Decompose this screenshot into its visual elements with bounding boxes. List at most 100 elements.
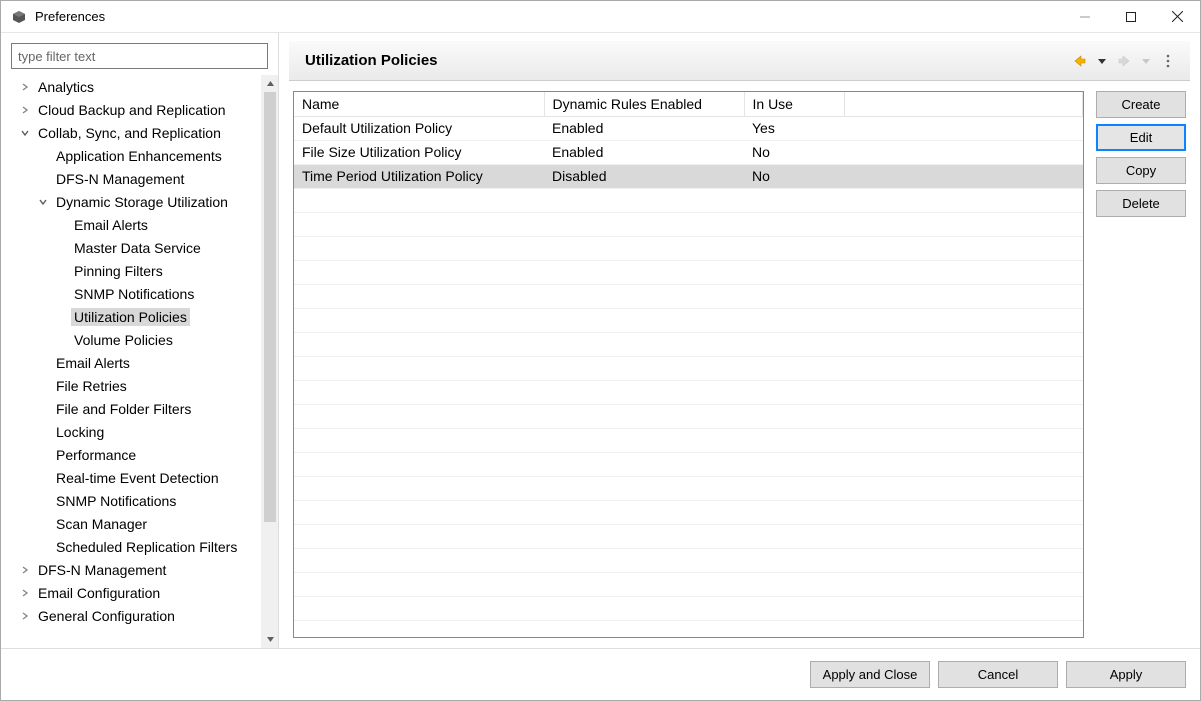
tree-item-label: General Configuration: [35, 607, 178, 625]
chevron-right-icon[interactable]: [17, 585, 33, 601]
scroll-thumb[interactable]: [264, 92, 276, 522]
table-cell: Default Utilization Policy: [294, 116, 544, 140]
create-button[interactable]: Create: [1096, 91, 1186, 118]
filter-input[interactable]: [11, 43, 268, 69]
body: Analytics Cloud Backup and Replication Col…: [1, 33, 1200, 648]
tree-item-label: Performance: [53, 446, 139, 464]
apply-button[interactable]: Apply: [1066, 661, 1186, 688]
tree-scrollbar[interactable]: [261, 75, 278, 648]
chevron-down-icon[interactable]: [17, 125, 33, 141]
tree-item-label: Email Configuration: [35, 584, 163, 602]
tree-item[interactable]: Cloud Backup and Replication: [1, 98, 261, 121]
table-row: [294, 572, 1083, 596]
table-row[interactable]: Default Utilization PolicyEnabledYes: [294, 116, 1083, 140]
table-row: [294, 308, 1083, 332]
table-row: [294, 452, 1083, 476]
view-menu-icon[interactable]: [1158, 51, 1178, 71]
tree-item-label: Master Data Service: [71, 239, 204, 257]
table-row: [294, 356, 1083, 380]
window-maximize-button[interactable]: [1108, 1, 1154, 32]
history-back-icon[interactable]: [1070, 51, 1090, 71]
tree-item[interactable]: Master Data Service: [1, 236, 261, 259]
table-row: [294, 236, 1083, 260]
table-header-empty: [844, 92, 1083, 116]
history-back-menu-icon[interactable]: [1092, 51, 1112, 71]
tree-item-label: Analytics: [35, 78, 97, 96]
tree-item-label: Application Enhancements: [53, 147, 225, 165]
table-row: [294, 380, 1083, 404]
tree-item[interactable]: Scheduled Replication Filters: [1, 535, 261, 558]
apply-and-close-button[interactable]: Apply and Close: [810, 661, 930, 688]
chevron-right-icon[interactable]: [17, 608, 33, 624]
tree-item-label: Real-time Event Detection: [53, 469, 222, 487]
window-minimize-button[interactable]: [1062, 1, 1108, 32]
tree-item[interactable]: Utilization Policies: [1, 305, 261, 328]
table-header-inuse[interactable]: In Use: [744, 92, 844, 116]
tree-item[interactable]: DFS-N Management: [1, 167, 261, 190]
table-row[interactable]: Time Period Utilization PolicyDisabledNo: [294, 164, 1083, 188]
policy-table[interactable]: Name Dynamic Rules Enabled In Use Defaul…: [294, 92, 1083, 621]
table-row: [294, 548, 1083, 572]
table-cell: Disabled: [544, 164, 744, 188]
cancel-button[interactable]: Cancel: [938, 661, 1058, 688]
table-cell: Yes: [744, 116, 844, 140]
tree-item[interactable]: Scan Manager: [1, 512, 261, 535]
tree-item[interactable]: DFS-N Management: [1, 558, 261, 581]
tree-item-label: File and Folder Filters: [53, 400, 194, 418]
tree-item[interactable]: Email Alerts: [1, 351, 261, 374]
tree-item-label: SNMP Notifications: [71, 285, 197, 303]
tree-item[interactable]: Analytics: [1, 75, 261, 98]
tree-item-label: Collab, Sync, and Replication: [35, 124, 224, 142]
tree-item[interactable]: Dynamic Storage Utilization: [1, 190, 261, 213]
tree-item[interactable]: Application Enhancements: [1, 144, 261, 167]
tree-item[interactable]: File Retries: [1, 374, 261, 397]
main-content: Utilization Policies: [279, 33, 1200, 648]
tree-item-label: Email Alerts: [71, 216, 151, 234]
tree-item[interactable]: Email Alerts: [1, 213, 261, 236]
tree-item-label: Pinning Filters: [71, 262, 166, 280]
table-row: [294, 260, 1083, 284]
tree-item[interactable]: Pinning Filters: [1, 259, 261, 282]
content-header: Utilization Policies: [289, 41, 1190, 81]
table-row: [294, 212, 1083, 236]
table-row: [294, 476, 1083, 500]
preferences-tree[interactable]: Analytics Cloud Backup and Replication Col…: [1, 75, 261, 648]
tree-item-label: Locking: [53, 423, 107, 441]
page-title: Utilization Policies: [305, 52, 438, 69]
table-header-dynamic[interactable]: Dynamic Rules Enabled: [544, 92, 744, 116]
tree-item[interactable]: Performance: [1, 443, 261, 466]
tree-item[interactable]: Volume Policies: [1, 328, 261, 351]
tree-item[interactable]: General Configuration: [1, 604, 261, 627]
tree-item[interactable]: Collab, Sync, and Replication: [1, 121, 261, 144]
table-row: [294, 332, 1083, 356]
tree-item-label: File Retries: [53, 377, 130, 395]
tree-item-label: SNMP Notifications: [53, 492, 179, 510]
table-row: [294, 404, 1083, 428]
table-row: [294, 596, 1083, 620]
tree-item[interactable]: File and Folder Filters: [1, 397, 261, 420]
chevron-down-icon[interactable]: [35, 194, 51, 210]
tree-item-label: Volume Policies: [71, 331, 176, 349]
tree-item-label: Scan Manager: [53, 515, 150, 533]
tree-item[interactable]: Locking: [1, 420, 261, 443]
copy-button[interactable]: Copy: [1096, 157, 1186, 184]
chevron-right-icon[interactable]: [17, 79, 33, 95]
tree-item-label: Scheduled Replication Filters: [53, 538, 240, 556]
scroll-up-icon[interactable]: [262, 75, 278, 92]
tree-item[interactable]: SNMP Notifications: [1, 489, 261, 512]
tree-item[interactable]: SNMP Notifications: [1, 282, 261, 305]
table-row[interactable]: File Size Utilization PolicyEnabledNo: [294, 140, 1083, 164]
edit-button[interactable]: Edit: [1096, 124, 1186, 151]
delete-button[interactable]: Delete: [1096, 190, 1186, 217]
window-close-button[interactable]: [1154, 1, 1200, 32]
table-header-name[interactable]: Name: [294, 92, 544, 116]
chevron-right-icon[interactable]: [17, 562, 33, 578]
tree-item-label: Dynamic Storage Utilization: [53, 193, 231, 211]
chevron-right-icon[interactable]: [17, 102, 33, 118]
window-title: Preferences: [35, 9, 105, 24]
tree-item[interactable]: Email Configuration: [1, 581, 261, 604]
scroll-down-icon[interactable]: [262, 631, 278, 648]
tree-item-label: Email Alerts: [53, 354, 133, 372]
tree-item-label: DFS-N Management: [35, 561, 169, 579]
tree-item[interactable]: Real-time Event Detection: [1, 466, 261, 489]
